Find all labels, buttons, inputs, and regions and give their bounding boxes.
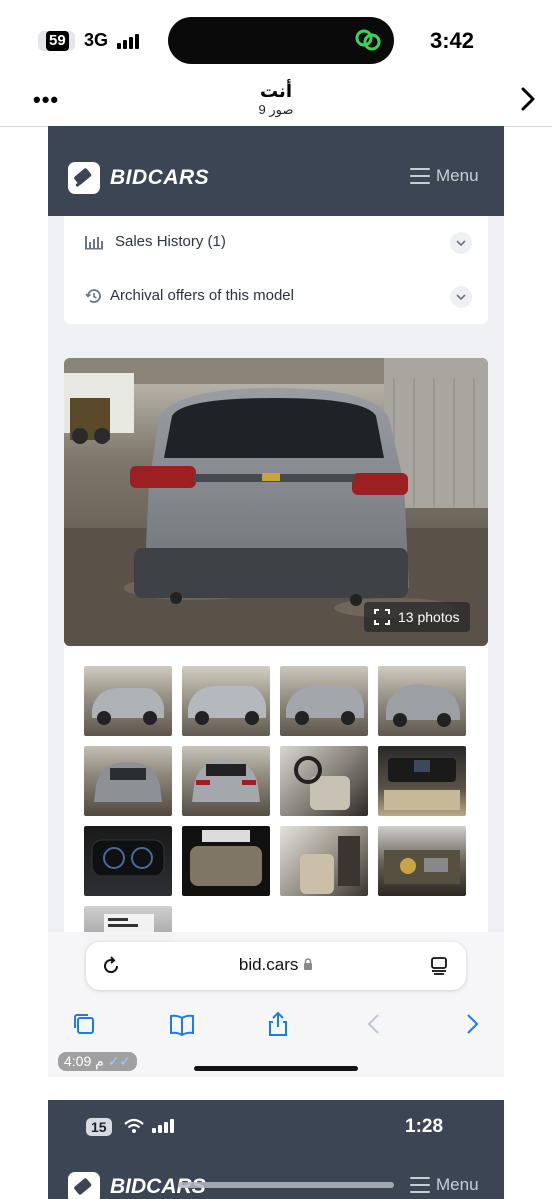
sales-history-row[interactable]: Sales History (1) bbox=[64, 216, 488, 270]
tabs-icon[interactable] bbox=[70, 1010, 98, 1038]
thumbnail[interactable] bbox=[378, 746, 466, 816]
thumbnail[interactable] bbox=[84, 826, 172, 896]
chat-header: ••• أنت 9 صور bbox=[0, 75, 552, 127]
status-time: 1:28 bbox=[405, 1116, 444, 1137]
message-timestamp: 4:09 م ✓✓ bbox=[58, 1052, 138, 1071]
chat-title: أنت bbox=[260, 81, 292, 101]
fullscreen-icon bbox=[374, 609, 390, 625]
thumbnail[interactable] bbox=[378, 666, 466, 736]
bookmarks-icon[interactable] bbox=[168, 1010, 196, 1038]
chevron-down-icon[interactable] bbox=[450, 232, 472, 254]
menu-button[interactable]: Menu bbox=[410, 1175, 479, 1195]
sales-history-label: Sales History (1) bbox=[115, 233, 226, 250]
thumbnail[interactable] bbox=[182, 826, 270, 896]
menu-label: Menu bbox=[436, 166, 479, 185]
forward-icon[interactable] bbox=[458, 1010, 486, 1038]
thumbnail[interactable] bbox=[182, 746, 270, 816]
site-navbar: BIDCARS Menu bbox=[48, 126, 504, 216]
second-screenshot-image: 15 1:28 BIDCARS Menu bbox=[48, 1100, 504, 1199]
signal-icon bbox=[152, 1119, 174, 1133]
screenshot-image: BIDCARS Menu Sales History (1) Archival … bbox=[48, 126, 504, 1077]
bidcars-logo[interactable] bbox=[68, 162, 100, 194]
timestamp-label: 4:09 م bbox=[64, 1053, 104, 1069]
menu-label: Menu bbox=[436, 1175, 479, 1194]
status-bar: 59 3G 3:42 bbox=[0, 0, 552, 80]
url-text[interactable]: bid.cars bbox=[86, 955, 466, 975]
archival-offers-label: Archival offers of this model bbox=[110, 287, 294, 304]
read-check-icon: ✓✓ bbox=[107, 1053, 132, 1069]
thumbnail[interactable] bbox=[84, 746, 172, 816]
thumbnail[interactable] bbox=[378, 826, 466, 896]
hamburger-icon bbox=[410, 168, 430, 184]
history-icon bbox=[85, 289, 101, 303]
brand-name: BIDCARS bbox=[110, 166, 210, 189]
archival-offers-row[interactable]: Archival offers of this model bbox=[64, 270, 488, 324]
status-time: 3:42 bbox=[430, 28, 475, 53]
photo-count-badge[interactable]: 13 photos bbox=[364, 602, 470, 632]
accordion-card: Sales History (1) Archival offers of thi… bbox=[64, 216, 488, 324]
thumbnail[interactable] bbox=[280, 666, 368, 736]
hamburger-icon bbox=[410, 1177, 430, 1193]
menu-button[interactable]: Menu bbox=[410, 166, 479, 186]
battery-indicator: 59 bbox=[38, 31, 75, 51]
photo-count-label: 13 photos bbox=[398, 609, 460, 625]
chat-subtitle: 9 صور bbox=[258, 102, 294, 117]
thumbnail[interactable] bbox=[280, 826, 368, 896]
thumbnail[interactable] bbox=[84, 666, 172, 736]
share-icon[interactable] bbox=[264, 1010, 292, 1038]
link-icon bbox=[355, 29, 381, 51]
url-label: bid.cars bbox=[238, 955, 299, 974]
reader-mode-icon[interactable] bbox=[428, 955, 450, 977]
home-indicator bbox=[194, 1066, 358, 1071]
address-bar[interactable]: bid.cars bbox=[86, 942, 466, 990]
signal-icon bbox=[117, 33, 139, 49]
bidcars-logo[interactable] bbox=[68, 1172, 100, 1199]
main-car-photo[interactable]: 13 photos bbox=[64, 358, 488, 646]
lock-icon bbox=[304, 958, 313, 970]
chevron-right-icon[interactable] bbox=[518, 85, 538, 113]
video-scrubber[interactable] bbox=[178, 1182, 394, 1188]
chevron-down-icon[interactable] bbox=[450, 286, 472, 308]
wifi-icon bbox=[124, 1118, 144, 1133]
thumbnail[interactable] bbox=[182, 666, 270, 736]
battery-indicator: 15 bbox=[86, 1118, 112, 1136]
network-type: 3G bbox=[84, 30, 109, 50]
thumbnail[interactable] bbox=[280, 746, 368, 816]
browser-toolbar: bid.cars 4:09 م ✓✓ bbox=[48, 932, 504, 1077]
bar-chart-icon bbox=[85, 236, 103, 250]
back-icon[interactable] bbox=[360, 1010, 388, 1038]
